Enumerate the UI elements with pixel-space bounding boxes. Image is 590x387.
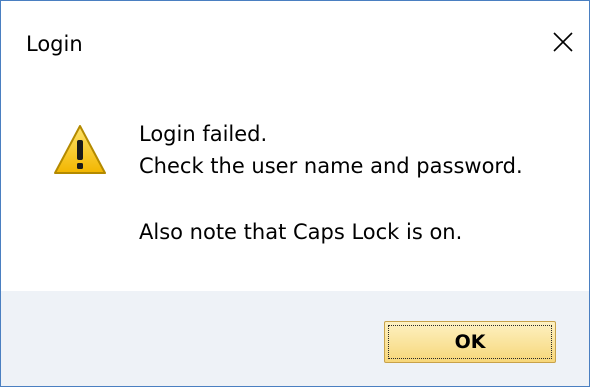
message-spacer bbox=[139, 182, 523, 216]
message-line-failed: Login failed. bbox=[139, 122, 268, 146]
error-message: Login failed. Check the user name and pa… bbox=[139, 118, 523, 248]
close-button[interactable] bbox=[537, 18, 589, 66]
button-bar: OK bbox=[1, 291, 589, 386]
warning-icon bbox=[54, 125, 106, 174]
close-icon bbox=[553, 32, 573, 52]
login-dialog: Login Login failed. Check the user name … bbox=[0, 0, 590, 387]
ok-button[interactable]: OK bbox=[384, 321, 556, 363]
title-bar: Login bbox=[1, 1, 589, 81]
message-line-check: Check the user name and password. bbox=[139, 154, 523, 178]
message-area: Login failed. Check the user name and pa… bbox=[1, 81, 589, 291]
window-title: Login bbox=[26, 32, 83, 56]
message-line-capslock: Also note that Caps Lock is on. bbox=[139, 220, 463, 244]
ok-button-label: OK bbox=[454, 331, 486, 353]
